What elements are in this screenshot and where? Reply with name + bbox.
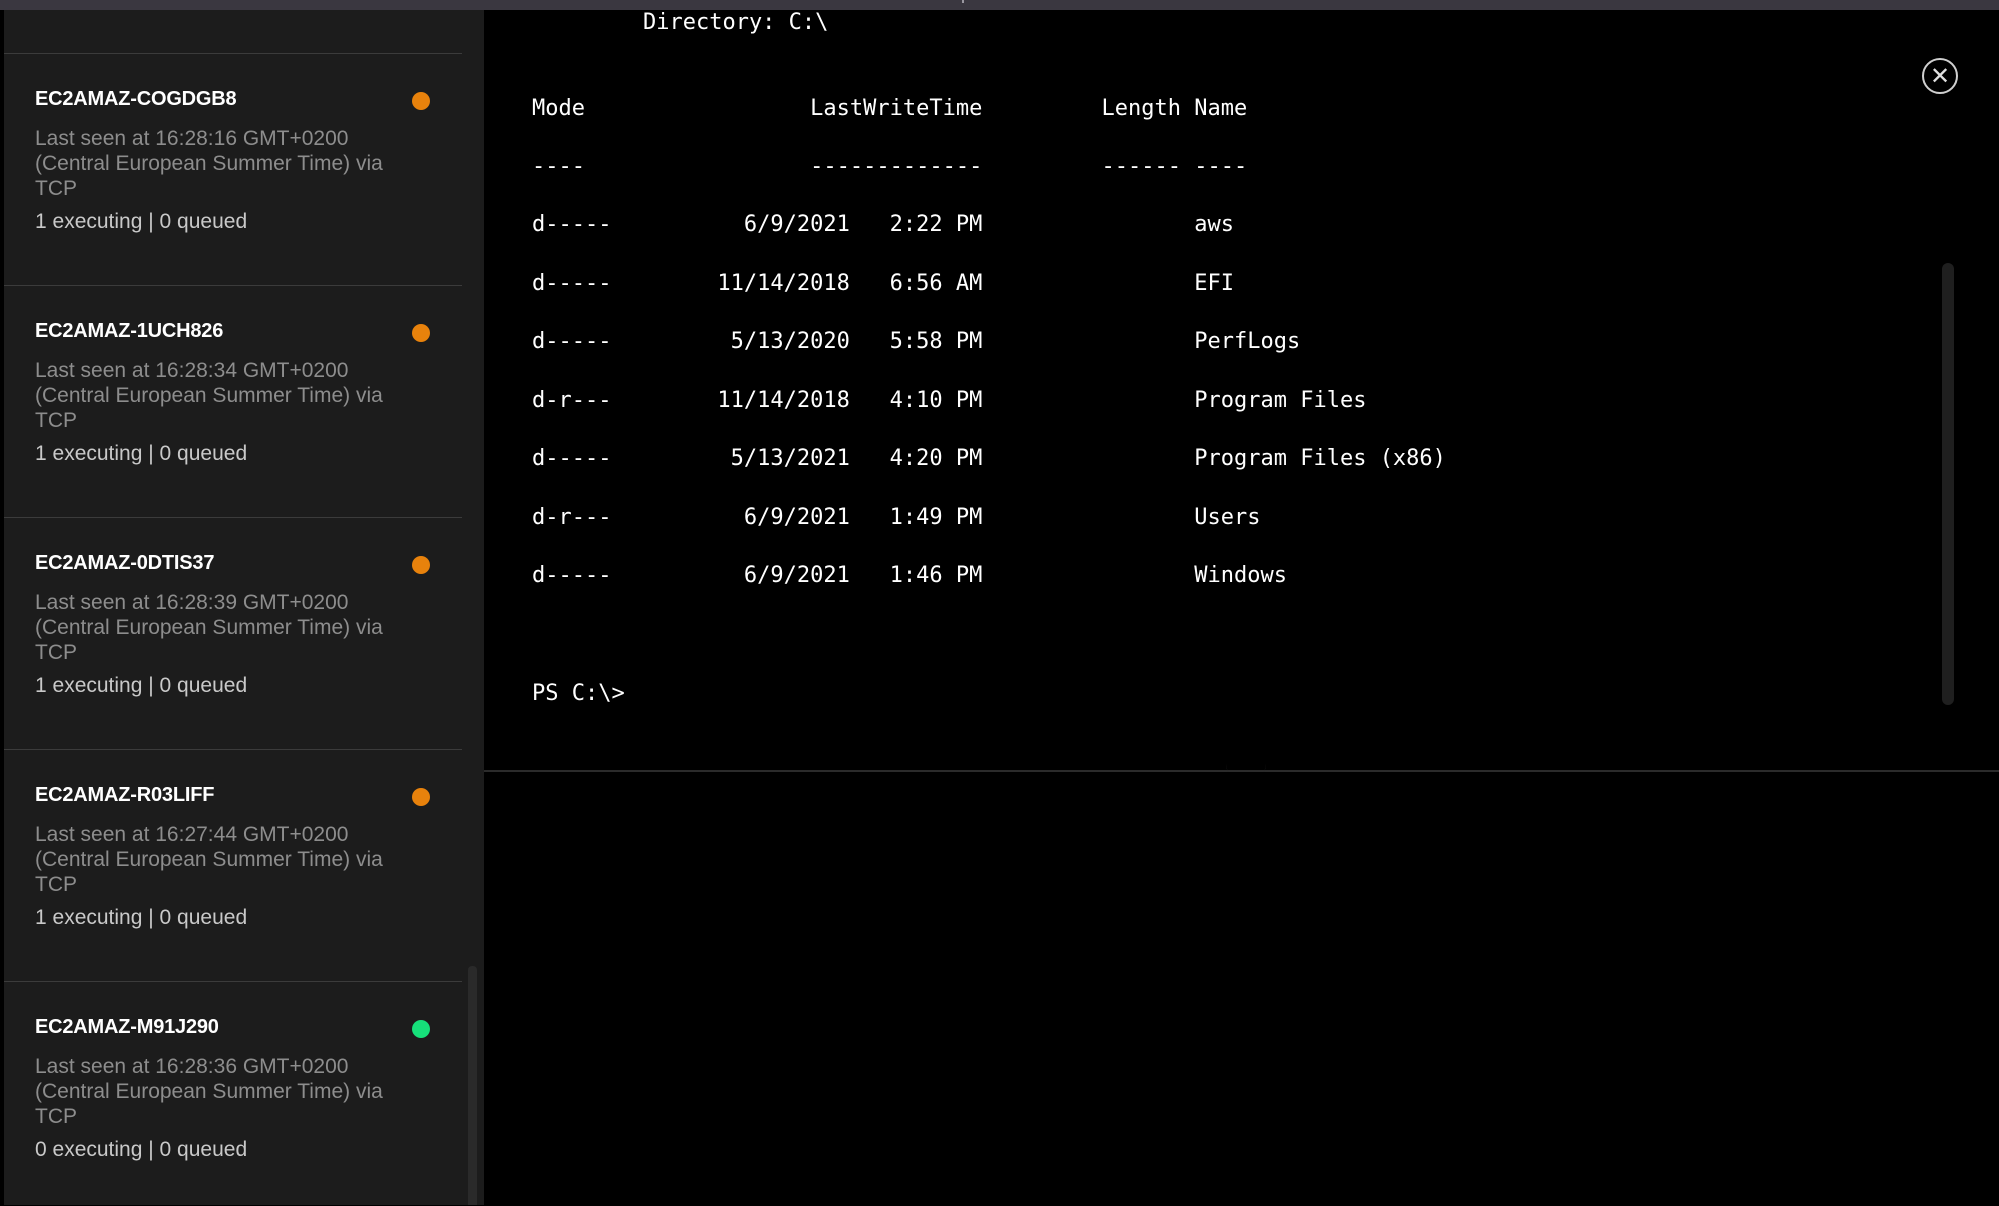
agent-list: EC2AMAZ-COGDGB8 Last seen at 16:28:16 GMT… [4, 10, 462, 1206]
terminal-prompt[interactable]: PS C:\> [532, 681, 625, 706]
close-button[interactable]: ✕ [1922, 58, 1958, 94]
agent-queue-status: 1 executing | 0 queued [35, 210, 248, 233]
terminal-output[interactable]: Directory: C:\ Mode LastWriteTime Length… [484, 10, 1999, 770]
agent-card[interactable]: EC2AMAZ-COGDGB8 Last seen at 16:28:16 GMT… [4, 54, 462, 285]
terminal-row: d-r--- 11/14/2018 4:10 PM Program Files [532, 387, 1367, 413]
lower-pane [484, 772, 1999, 1206]
terminal-directory-line: Directory: C:\ [590, 10, 829, 35]
agent-name: EC2AMAZ-1UCH826 [35, 320, 224, 342]
agent-last-seen: Last seen at 16:28:34 GMT+0200 (Central … [35, 359, 383, 432]
top-bar-notch [962, 0, 964, 3]
terminal-header-line: Mode LastWriteTime Length Name [532, 96, 1248, 121]
terminal-row: d----- 5/13/2020 5:58 PM PerfLogs [532, 329, 1301, 354]
terminal-row: d----- 11/14/2018 6:56 AM EFI [532, 270, 1234, 296]
agent-queue-status: 1 executing | 0 queued [35, 674, 248, 697]
terminal-row: d----- 5/13/2021 4:20 PM Program Files (… [532, 446, 1446, 471]
agent-queue-status: 1 executing | 0 queued [35, 442, 248, 465]
agent-status-dot-icon [412, 788, 430, 806]
agent-status-dot-icon [412, 92, 430, 110]
terminal-row: d----- 6/9/2021 2:22 PM aws [532, 212, 1234, 237]
terminal-underline-line: ---- ------------- ------ ---- [532, 154, 1248, 179]
agent-name: EC2AMAZ-M91J290 [35, 1016, 219, 1038]
agent-name: EC2AMAZ-COGDGB8 [35, 88, 237, 110]
close-circle-icon: ✕ [1929, 62, 1951, 90]
terminal-row: d-r--- 6/9/2021 1:49 PM Users [532, 504, 1261, 530]
agent-name: EC2AMAZ-0DTIS37 [35, 552, 215, 574]
agent-last-seen: Last seen at 16:27:44 GMT+0200 (Central … [35, 823, 383, 896]
agent-status-dot-icon [412, 324, 430, 342]
agent-sidebar: EC2AMAZ-COGDGB8 Last seen at 16:28:16 GMT… [0, 10, 484, 1206]
terminal-scrollbar[interactable] [1942, 263, 1954, 705]
agent-status-dot-icon [412, 556, 430, 574]
agent-status-dot-icon [412, 1020, 430, 1038]
agent-last-seen: Last seen at 16:28:16 GMT+0200 (Central … [35, 127, 383, 200]
agent-name: EC2AMAZ-R03LIFF [35, 784, 215, 806]
agent-last-seen: Last seen at 16:28:39 GMT+0200 (Central … [35, 591, 383, 664]
agent-card[interactable]: EC2AMAZ-1UCH826 Last seen at 16:28:34 GMT… [4, 286, 462, 517]
agent-card[interactable]: EC2AMAZ-M91J290 Last seen at 16:28:36 GMT… [4, 982, 462, 1206]
agent-last-seen: Last seen at 16:28:36 GMT+0200 (Central … [35, 1055, 383, 1128]
sidebar-scrollbar[interactable] [468, 966, 477, 1206]
window-top-bar [0, 0, 1999, 10]
agent-card[interactable]: EC2AMAZ-R03LIFF Last seen at 16:27:44 GMT… [4, 750, 462, 981]
terminal-row: d----- 6/9/2021 1:46 PM Windows [532, 563, 1287, 588]
agent-card[interactable]: EC2AMAZ-0DTIS37 Last seen at 16:28:39 GMT… [4, 518, 462, 749]
agent-queue-status: 1 executing | 0 queued [35, 906, 248, 929]
agent-queue-status: 0 executing | 0 queued [35, 1138, 248, 1161]
